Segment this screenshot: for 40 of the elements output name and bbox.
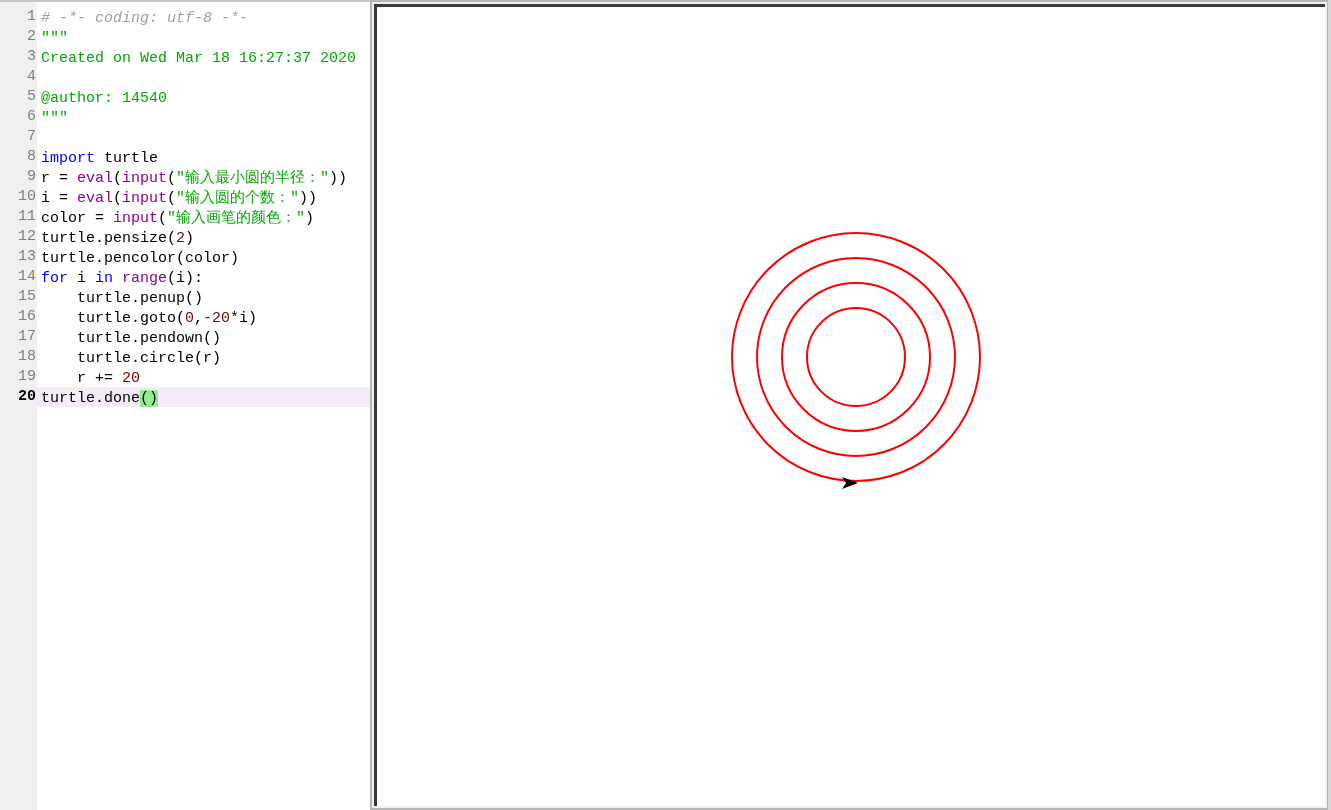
code-line: turtle.done() [41, 390, 159, 407]
code-line: for i in range(i): [41, 270, 204, 287]
line-number: 7 [27, 127, 36, 147]
line-number: 10 [18, 187, 36, 207]
line-number: 2 [27, 27, 36, 47]
line-number: 15 [18, 287, 36, 307]
line-number: 5 [27, 87, 36, 107]
code-editor[interactable] [0, 0, 370, 810]
code-line: @author: 14540 [41, 90, 168, 107]
line-number: 11 [18, 207, 36, 227]
line-number: 6 [27, 107, 36, 127]
line-number: 3 [27, 47, 36, 67]
code-line: import turtle [41, 150, 159, 167]
line-number: 4 [27, 67, 36, 87]
code-line: """ [41, 30, 68, 47]
code-line: turtle.circle(r) [76, 350, 222, 367]
code-line: r = eval(input("输入最小圆的半径：")) [41, 170, 348, 187]
line-number: 8 [27, 147, 36, 167]
line-number: 1 [27, 7, 36, 27]
code-line: turtle.pendown() [76, 330, 222, 347]
code-line: # -*- coding: utf-8 -*- [41, 10, 249, 27]
line-number: 16 [18, 307, 36, 327]
line-number: 12 [18, 227, 36, 247]
code-line: turtle.pencolor(color) [41, 250, 240, 267]
line-number: 14 [18, 267, 36, 287]
code-line: color = input("输入画笔的颜色：") [41, 210, 315, 227]
line-number: 9 [27, 167, 36, 187]
code-line: Created on Wed Mar 18 16:27:37 2020 [41, 50, 357, 67]
code-line: """ [41, 110, 68, 127]
line-number: 13 [18, 247, 36, 267]
code-line: turtle.goto(0,-20*i) [76, 310, 258, 327]
code-line: r += 20 [76, 370, 141, 387]
code-line: turtle.penup() [76, 290, 204, 307]
code-line: i = eval(input("输入圆的个数：")) [41, 190, 318, 207]
line-number: 17 [18, 327, 36, 347]
code-line: turtle.pensize(2) [41, 230, 195, 247]
line-number: 19 [18, 367, 36, 387]
line-number: 20 [18, 387, 36, 407]
arrowhead-icon [842, 477, 858, 489]
line-number: 18 [18, 347, 36, 367]
